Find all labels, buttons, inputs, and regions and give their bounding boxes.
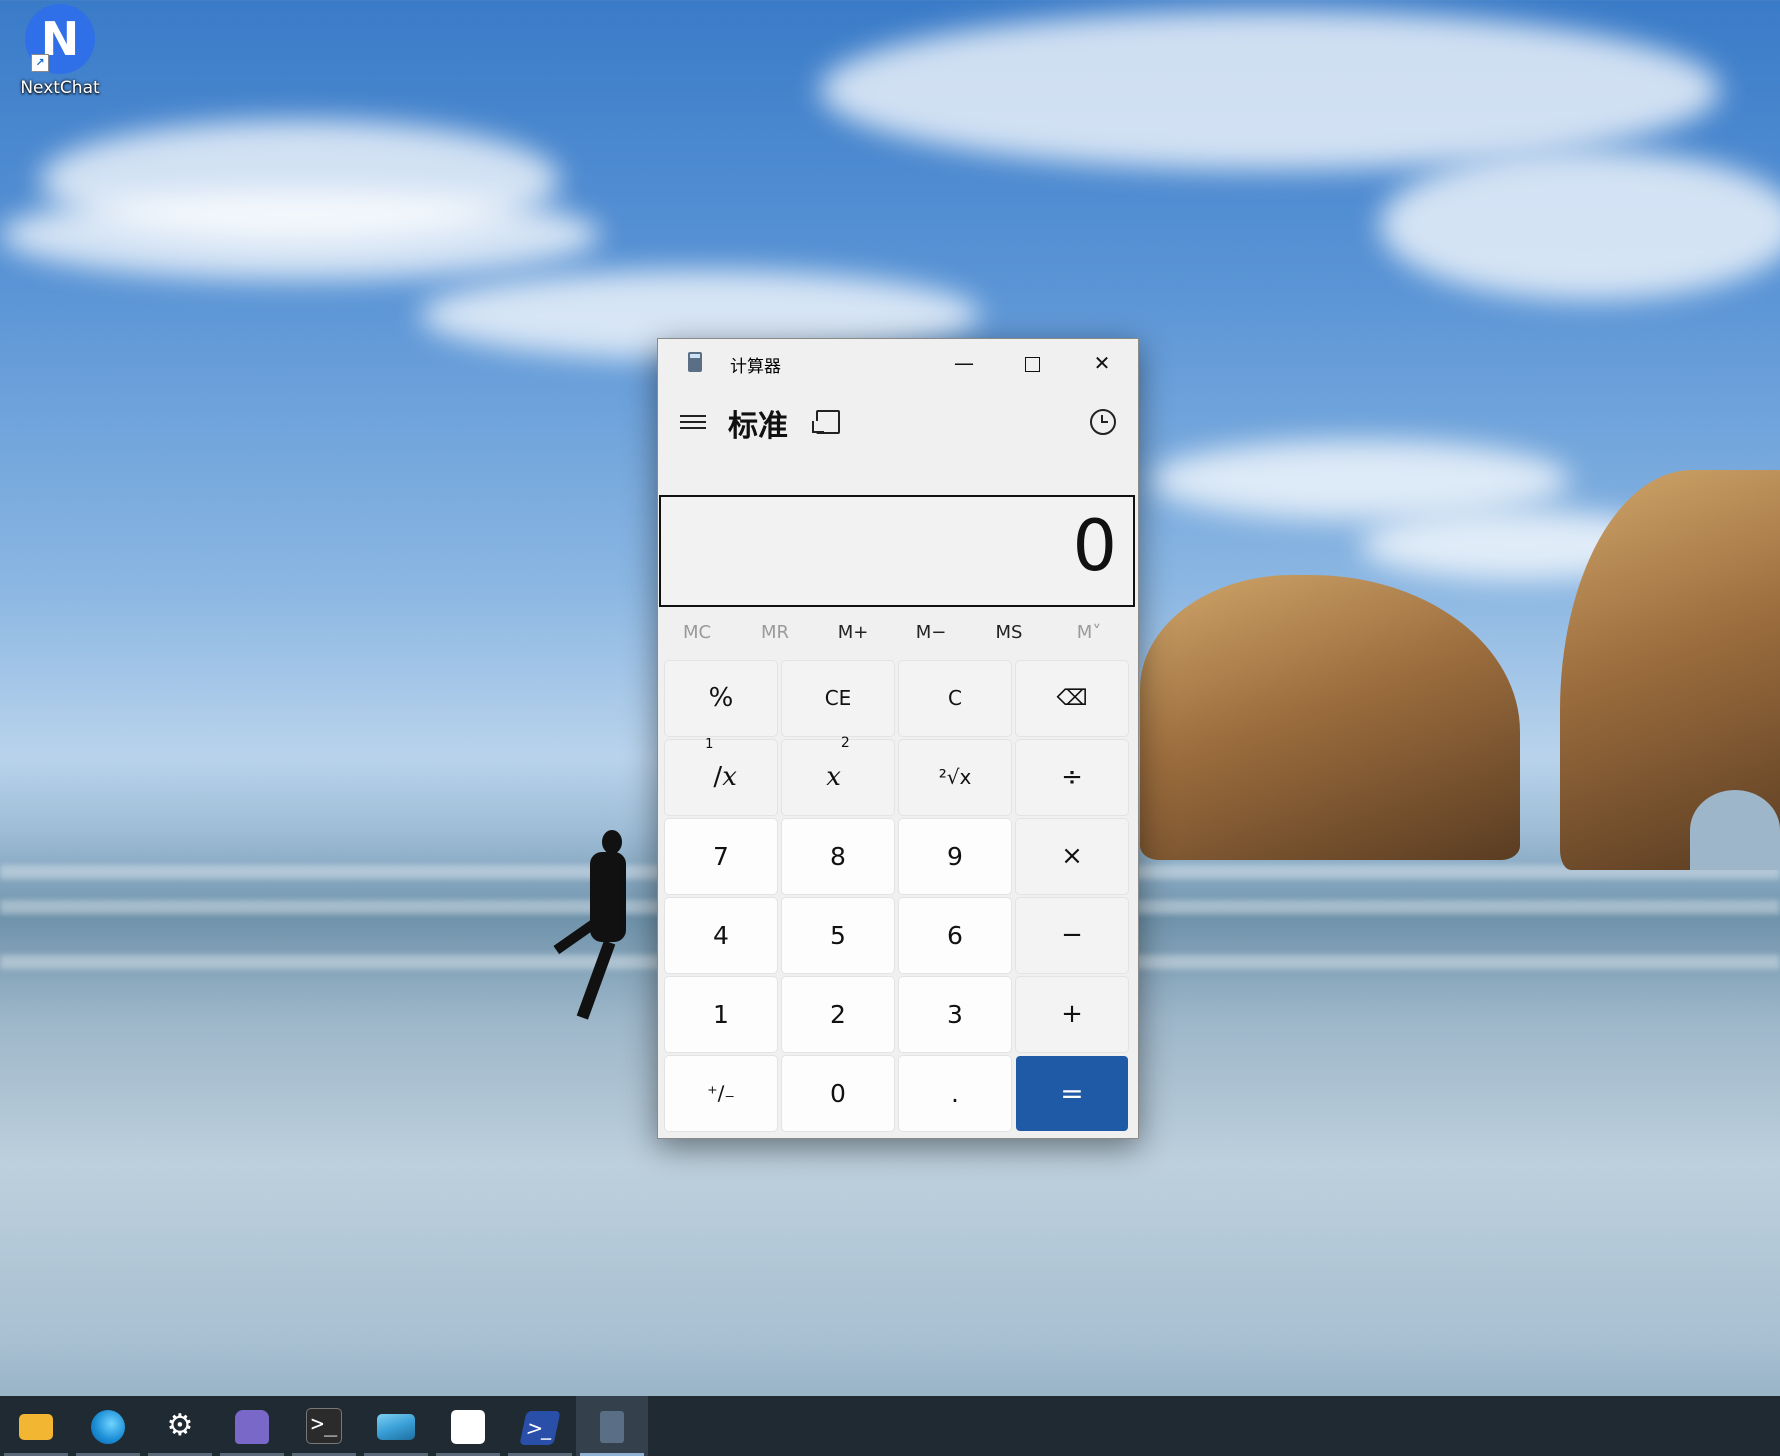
memory-subtract-button[interactable]: M−	[892, 611, 970, 655]
digit-2-button[interactable]: 2	[782, 977, 894, 1052]
memory-list-button[interactable]: M˅	[1050, 611, 1128, 655]
maximize-button[interactable]	[998, 339, 1066, 387]
digit-1-button[interactable]: 1	[665, 977, 777, 1052]
square-button[interactable]: x2	[782, 736, 894, 815]
store-icon	[451, 1409, 485, 1444]
minimize-button[interactable]: —	[930, 339, 998, 387]
cat-app-icon	[235, 1409, 269, 1444]
photos-icon	[377, 1413, 415, 1440]
title-bar[interactable]: 计算器 — ✕	[658, 339, 1138, 387]
calculator-icon	[600, 1410, 624, 1443]
folder-icon	[19, 1413, 53, 1440]
wallpaper-cloud	[1380, 150, 1780, 300]
clear-button[interactable]: C	[899, 661, 1011, 736]
digit-5-button[interactable]: 5	[782, 898, 894, 973]
maximize-icon	[1024, 357, 1040, 372]
desktop-icon-nextchat[interactable]: N ↗ NextChat	[16, 4, 104, 98]
backspace-icon: ⌫	[1056, 686, 1088, 711]
calculator-window: 计算器 — ✕ 标准 0 MC MR M+ M− MS M˅ % CE C ⌫ …	[657, 338, 1139, 1139]
percent-button[interactable]: %	[665, 661, 777, 736]
window-title: 计算器	[730, 357, 781, 377]
display-value: 0	[1072, 505, 1117, 587]
wallpaper-cloud	[820, 10, 1720, 170]
divide-button[interactable]: ÷	[1016, 740, 1128, 815]
taskbar-file-explorer[interactable]	[0, 1396, 72, 1456]
result-display: 0	[659, 495, 1135, 607]
taskbar-settings[interactable]: ⚙	[144, 1396, 216, 1456]
mode-title: 标准	[728, 409, 788, 444]
history-button[interactable]	[1090, 409, 1116, 435]
wallpaper-arch	[1690, 790, 1780, 870]
wallpaper-rock	[1140, 575, 1520, 860]
digit-4-button[interactable]: 4	[665, 898, 777, 973]
taskbar-edge[interactable]	[72, 1396, 144, 1456]
reciprocal-button[interactable]: 1/x	[665, 738, 777, 815]
taskbar-cat-app[interactable]	[216, 1396, 288, 1456]
equals-button[interactable]: =	[1016, 1056, 1128, 1131]
wallpaper-cloud	[0, 190, 600, 280]
shortcut-arrow-icon: ↗	[31, 54, 49, 72]
digit-9-button[interactable]: 9	[899, 819, 1011, 894]
memory-add-button[interactable]: M+	[814, 611, 892, 655]
powershell-icon: >_	[519, 1410, 561, 1445]
taskbar-terminal[interactable]: >_	[288, 1396, 360, 1456]
memory-row: MC MR M+ M− MS M˅	[658, 611, 1138, 655]
taskbar-powershell[interactable]: >_	[504, 1396, 576, 1456]
multiply-button[interactable]: ×	[1016, 819, 1128, 894]
square-root-button[interactable]: ²√x	[899, 740, 1011, 815]
digit-3-button[interactable]: 3	[899, 977, 1011, 1052]
nextchat-icon: N ↗	[25, 4, 95, 74]
digit-0-button[interactable]: 0	[782, 1056, 894, 1131]
taskbar: ⚙ >_ >_	[0, 1396, 1780, 1456]
digit-6-button[interactable]: 6	[899, 898, 1011, 973]
gear-icon: ⚙	[166, 1408, 194, 1443]
desktop-icon-label: NextChat	[20, 78, 100, 98]
taskbar-store[interactable]	[432, 1396, 504, 1456]
taskbar-calculator[interactable]	[576, 1396, 648, 1456]
add-button[interactable]: +	[1016, 977, 1128, 1052]
memory-clear-button[interactable]: MC	[658, 611, 736, 655]
calculator-app-icon	[688, 352, 702, 372]
backspace-button[interactable]: ⌫	[1016, 661, 1128, 736]
clear-entry-button[interactable]: CE	[782, 661, 894, 736]
navigation-menu-button[interactable]	[680, 411, 706, 431]
wallpaper-runner	[540, 830, 650, 1030]
edge-icon	[91, 1409, 125, 1444]
terminal-icon: >_	[306, 1408, 342, 1444]
memory-store-button[interactable]: MS	[970, 611, 1048, 655]
digit-8-button[interactable]: 8	[782, 819, 894, 894]
decimal-button[interactable]: .	[899, 1056, 1011, 1131]
subtract-button[interactable]: −	[1016, 898, 1128, 973]
digit-7-button[interactable]: 7	[665, 819, 777, 894]
taskbar-photos[interactable]	[360, 1396, 432, 1456]
keep-on-top-button[interactable]	[812, 410, 840, 434]
negate-button[interactable]: ⁺∕₋	[665, 1056, 777, 1131]
close-button[interactable]: ✕	[1068, 339, 1136, 387]
memory-recall-button[interactable]: MR	[736, 611, 814, 655]
wallpaper-cloud	[1150, 440, 1570, 520]
